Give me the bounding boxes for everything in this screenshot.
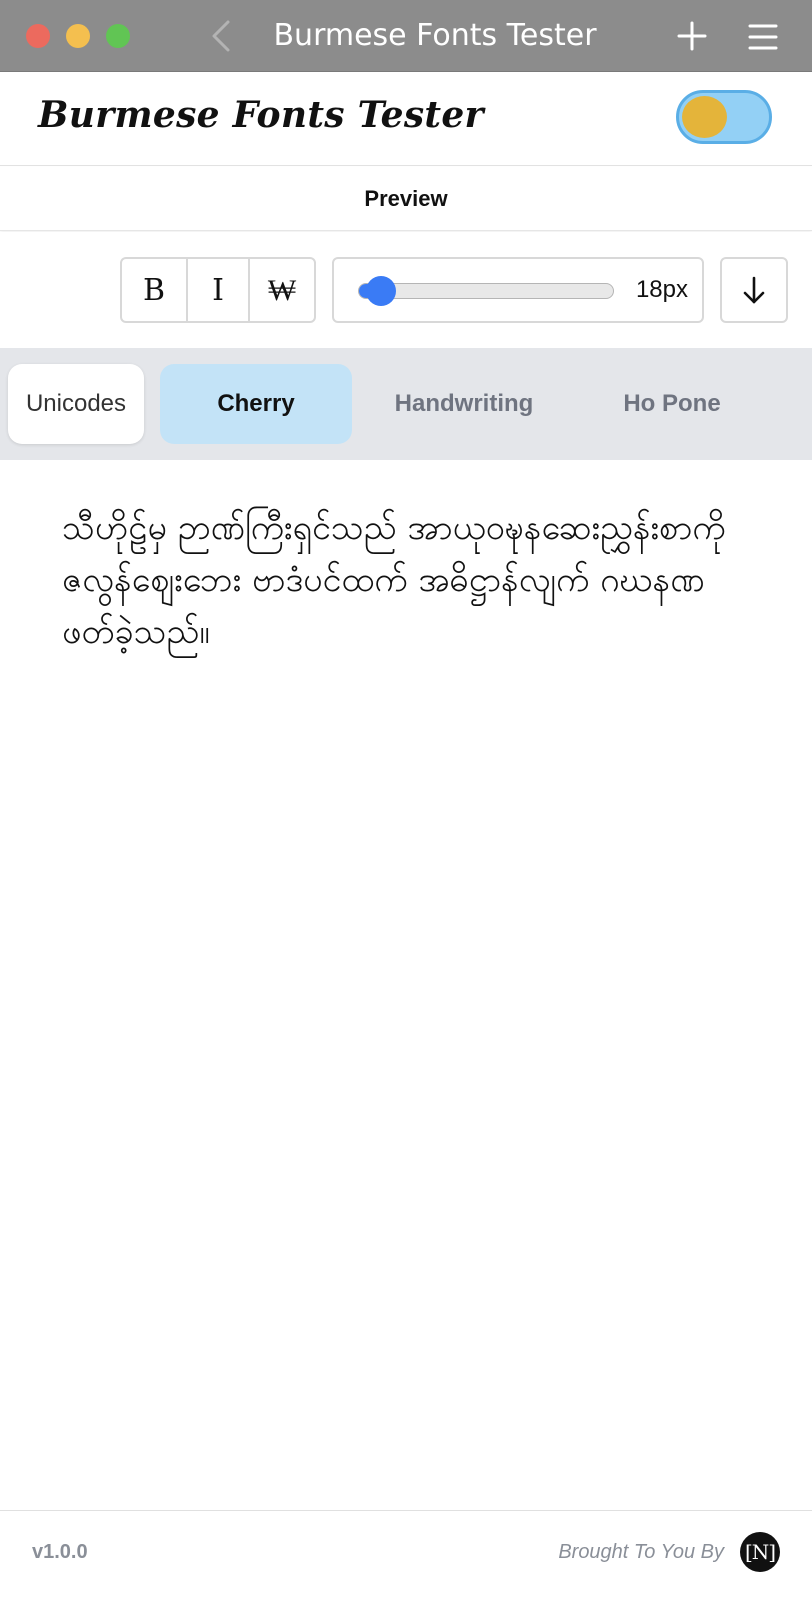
theme-toggle[interactable] (676, 90, 772, 144)
text-style-group: B I ₩ (120, 257, 316, 323)
font-tabs: Unicodes Cherry Handwriting Ho Pone (0, 348, 812, 460)
minimize-window-button[interactable] (66, 24, 90, 48)
italic-button[interactable]: I (188, 259, 250, 321)
tab-ho-pone[interactable]: Ho Pone (576, 364, 768, 444)
zoom-window-button[interactable] (106, 24, 130, 48)
version-label: v1.0.0 (32, 1541, 88, 1563)
strikethrough-button[interactable]: ₩ (250, 259, 314, 321)
font-size-slider-thumb[interactable] (365, 276, 396, 306)
brand-title: Burmese Fonts Tester (38, 94, 484, 136)
plus-icon[interactable] (676, 20, 708, 52)
bold-button[interactable]: B (122, 259, 188, 321)
footer: v1.0.0 Brought To You By [N] (0, 1510, 812, 1602)
tab-unicodes[interactable]: Unicodes (8, 364, 144, 444)
author-logo[interactable]: [N] (740, 1532, 780, 1572)
format-toolbar: B I ₩ 18px (0, 232, 812, 348)
arrow-down-icon (743, 276, 765, 304)
tab-handwriting[interactable]: Handwriting (372, 364, 556, 444)
hamburger-menu-icon[interactable] (748, 22, 778, 52)
font-preview-text: သီဟိုဠ်မှ ဉာဏ်ကြီးရှင်သည် အာယုဝဍ္ဎနဆေးညွ… (62, 508, 726, 652)
toggle-knob (682, 96, 727, 138)
window-titlebar: Burmese Fonts Tester (0, 0, 812, 72)
credit-text: Brought To You By (558, 1541, 724, 1563)
close-window-button[interactable] (26, 24, 50, 48)
preview-section-header: Preview (0, 167, 812, 231)
font-size-slider-track[interactable] (358, 283, 614, 299)
window-title: Burmese Fonts Tester (273, 18, 597, 53)
back-chevron-icon[interactable] (208, 18, 236, 54)
app-header: Burmese Fonts Tester (0, 72, 812, 166)
preview-label: Preview (364, 186, 448, 211)
tab-cherry[interactable]: Cherry (160, 364, 352, 444)
download-button[interactable] (720, 257, 788, 323)
font-size-control: 18px (332, 257, 704, 323)
font-size-value: 18px (635, 276, 688, 303)
